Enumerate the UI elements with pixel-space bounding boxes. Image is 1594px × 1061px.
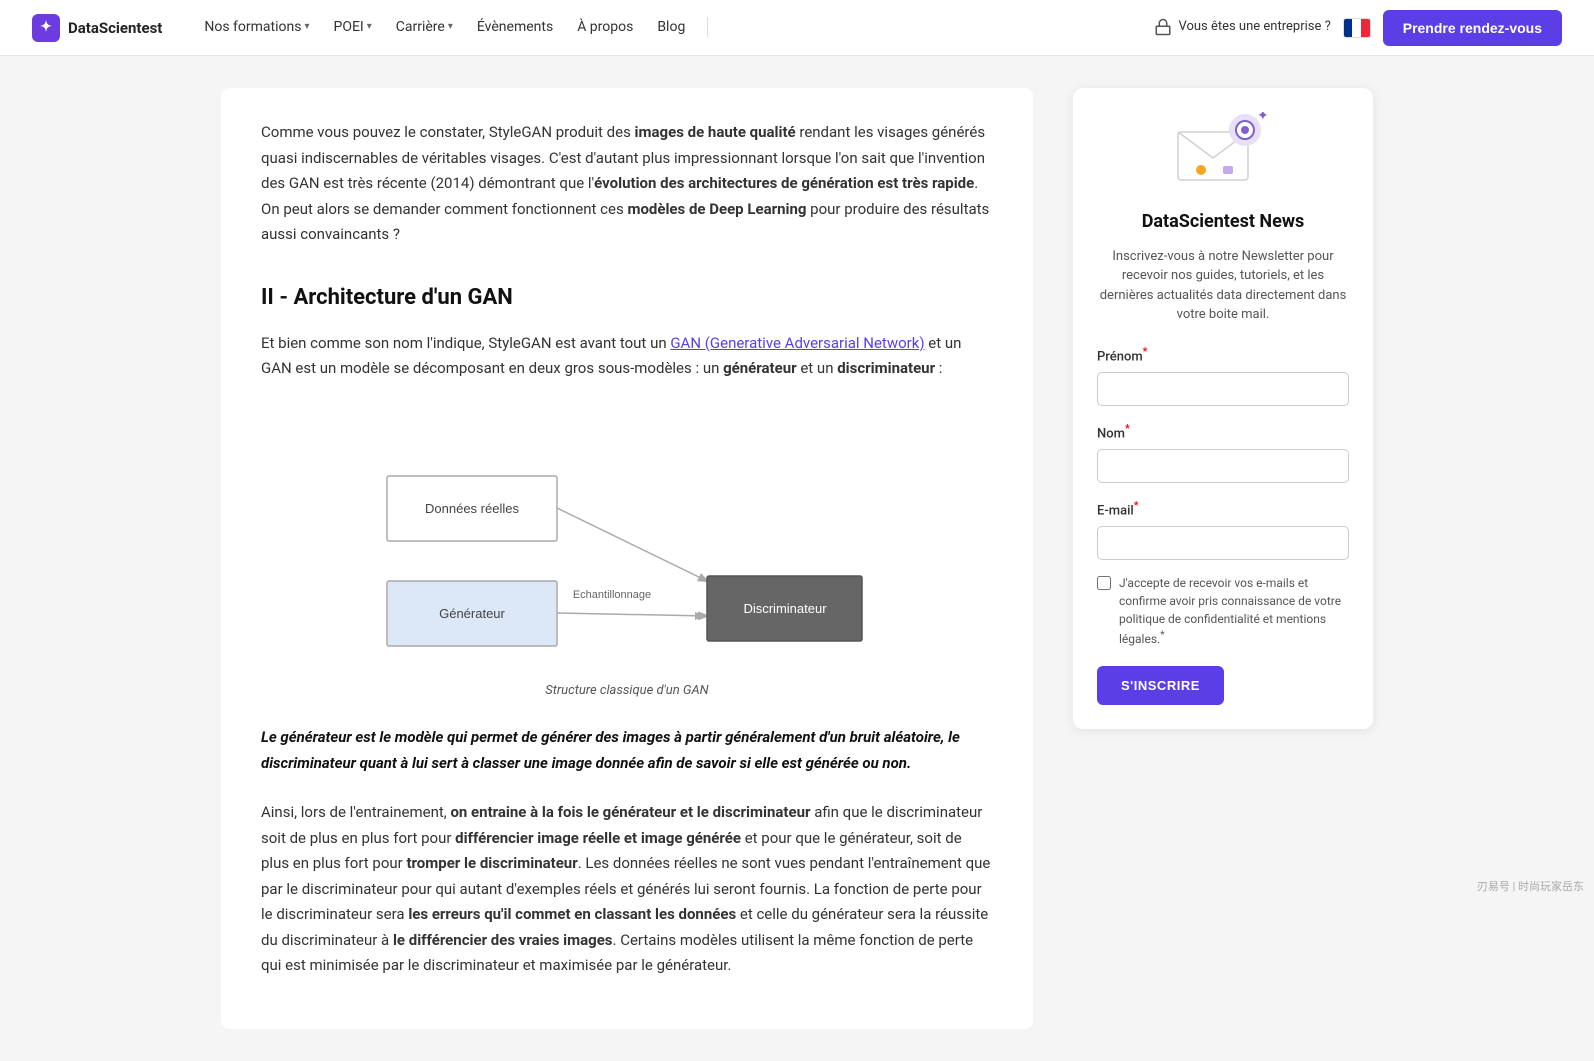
newsletter-icon-wrap: ✦ xyxy=(1097,112,1349,192)
enterprise-icon xyxy=(1154,18,1172,36)
email-label: E-mail* xyxy=(1097,497,1349,522)
article-para-2: Et bien comme son nom l'indique, StyleGA… xyxy=(261,331,993,382)
svg-text:Discriminateur: Discriminateur xyxy=(743,601,827,616)
nom-group: Nom* xyxy=(1097,420,1349,483)
chevron-down-icon: ▾ xyxy=(448,19,453,35)
nav-blog[interactable]: Blog xyxy=(647,10,695,44)
sidebar: ✦ DataScientest News Inscrivez-vous à no… xyxy=(1073,88,1373,729)
consent-label: J'accepte de recevoir vos e-mails et con… xyxy=(1119,574,1349,648)
email-input[interactable] xyxy=(1097,526,1349,560)
chevron-down-icon: ▾ xyxy=(367,19,372,35)
nav-links: Nos formations ▾ POEI ▾ Carrière ▾ Évène… xyxy=(194,10,1154,44)
svg-text:Données réelles: Données réelles xyxy=(425,501,519,516)
gan-link[interactable]: GAN (Generative Adversarial Network) xyxy=(670,334,924,352)
diagram-caption: Structure classique d'un GAN xyxy=(545,681,708,702)
navigation: ✦ DataScientest Nos formations ▾ POEI ▾ … xyxy=(0,0,1594,56)
diagram-container: Données réelles Générateur Echantillonna… xyxy=(261,406,993,702)
nav-carriere[interactable]: Carrière ▾ xyxy=(386,10,463,44)
newsletter-icon: ✦ xyxy=(1173,112,1273,192)
nav-nos-formations[interactable]: Nos formations ▾ xyxy=(194,10,319,44)
language-flag[interactable] xyxy=(1343,18,1371,38)
nav-poei[interactable]: POEI ▾ xyxy=(324,10,382,44)
chevron-down-icon: ▾ xyxy=(304,19,309,35)
svg-text:Echantillonnage: Echantillonnage xyxy=(573,589,651,601)
article-para-1: Comme vous pouvez le constater, StyleGAN… xyxy=(261,120,993,248)
prenom-label: Prénom* xyxy=(1097,343,1349,368)
article-blockquote: Le générateur est le modèle qui permet d… xyxy=(261,725,993,776)
enterprise-link[interactable]: Vous êtes une entreprise ? xyxy=(1154,17,1330,38)
nom-input[interactable] xyxy=(1097,449,1349,483)
svg-text:Générateur: Générateur xyxy=(439,606,505,621)
consent-checkbox[interactable] xyxy=(1097,576,1111,590)
submit-button[interactable]: S'INSCRIRE xyxy=(1097,666,1224,705)
sidebar-title: DataScientest News xyxy=(1097,208,1349,237)
watermark: 刃易号 | 时尚玩家岳东 xyxy=(1477,878,1584,896)
logo-icon: ✦ xyxy=(32,14,60,42)
nav-divider xyxy=(707,17,708,37)
prenom-input[interactable] xyxy=(1097,372,1349,406)
nav-a-propos[interactable]: À propos xyxy=(567,10,643,44)
cta-button[interactable]: Prendre rendez-vous xyxy=(1383,10,1562,46)
prenom-group: Prénom* xyxy=(1097,343,1349,406)
article-content: Comme vous pouvez le constater, StyleGAN… xyxy=(221,88,1033,1029)
newsletter-form: Prénom* Nom* E-mail* xyxy=(1097,343,1349,705)
sidebar-desc: Inscrivez-vous à notre Newsletter pour r… xyxy=(1097,247,1349,325)
section-heading-2: II - Architecture d'un GAN xyxy=(261,280,993,315)
svg-text:✦: ✦ xyxy=(1257,112,1269,124)
nom-label: Nom* xyxy=(1097,420,1349,445)
logo-text: DataScientest xyxy=(68,16,162,40)
article-para-3: Ainsi, lors de l'entrainement, on entrai… xyxy=(261,800,993,979)
nav-evenements[interactable]: Évènements xyxy=(467,10,563,44)
newsletter-card: ✦ DataScientest News Inscrivez-vous à no… xyxy=(1073,88,1373,729)
page-wrapper: Comme vous pouvez le constater, StyleGAN… xyxy=(197,56,1397,1061)
consent-group: J'accepte de recevoir vos e-mails et con… xyxy=(1097,574,1349,648)
email-group: E-mail* xyxy=(1097,497,1349,560)
gan-diagram: Données réelles Générateur Echantillonna… xyxy=(367,406,887,673)
logo[interactable]: ✦ DataScientest xyxy=(32,14,162,42)
nav-right: Vous êtes une entreprise ? Prendre rende… xyxy=(1154,10,1562,46)
